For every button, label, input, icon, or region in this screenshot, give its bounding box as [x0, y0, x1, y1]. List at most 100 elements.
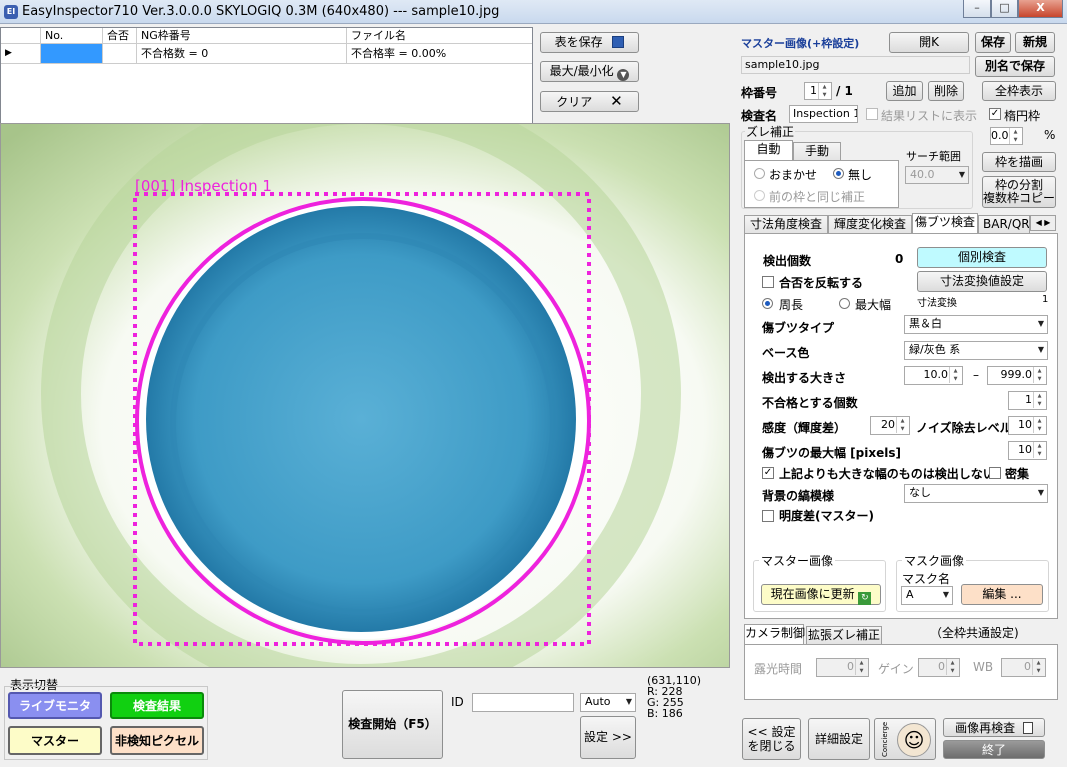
invert-checkbox[interactable] [762, 276, 774, 288]
size-max-spinner[interactable]: 999.0 [987, 366, 1047, 385]
wb-label: WB [973, 660, 994, 674]
tab-barcode[interactable]: BAR/QR [978, 215, 1030, 234]
inspection-name-field[interactable]: Inspection 1 [789, 105, 858, 123]
brightness-diff-checkbox[interactable] [762, 510, 774, 522]
max-defect-width-label: 傷ブツの最大幅 [pixels] [762, 446, 901, 460]
mask-name-combo[interactable]: A [901, 586, 953, 605]
detail-setting-button[interactable]: 詳細設定 [808, 718, 870, 760]
inspection-result-button[interactable]: 検査結果 [110, 692, 204, 719]
copy-frame-label: 複数枠コピー [983, 191, 1056, 205]
table-cell-ng-count[interactable]: 不合格数 = 0 [137, 44, 347, 64]
tab-defect[interactable]: 傷ブツ検査 [912, 213, 978, 234]
save-table-button[interactable]: 表を保存 [540, 32, 639, 53]
col-header-filename[interactable]: ファイル名 [347, 28, 532, 44]
noise-spinner[interactable]: 10 [1008, 416, 1047, 435]
tab-camera-control[interactable]: カメラ制御 [744, 624, 805, 645]
open-button[interactable]: 開K [889, 32, 969, 53]
ng-count-spinner[interactable]: 1 [1008, 391, 1047, 410]
ignore-large-checkbox[interactable]: ✓ [762, 467, 774, 479]
maxmin-label: 最大/最小化 [549, 64, 614, 78]
search-range-combo[interactable]: 40.0 [905, 166, 969, 184]
result-list-checkbox[interactable] [866, 108, 878, 120]
concierge-label: Concierge [881, 721, 889, 757]
table-cell-no[interactable] [41, 44, 103, 64]
update-current-image-button[interactable]: 現在画像に更新 ↻ [761, 584, 881, 605]
col-header-no[interactable]: No. [41, 28, 103, 44]
save-as-button[interactable]: 別名で保存 [975, 56, 1055, 77]
col-header-ng-frame[interactable]: NG枠番号 [137, 28, 347, 44]
individual-inspect-button[interactable]: 個別検査 [917, 247, 1047, 268]
gain-spinner[interactable]: 0 [918, 658, 960, 677]
frame-total: / 1 [836, 84, 853, 98]
size-min-spinner[interactable]: 10.0 [904, 366, 963, 385]
defect-type-combo[interactable]: 黒＆白 [904, 315, 1048, 334]
concierge-button[interactable]: Concierge ☺ [874, 718, 936, 760]
exposure-spinner[interactable]: 0 [816, 658, 869, 677]
dimension-setting-button[interactable]: 寸法変換値設定 [917, 271, 1047, 292]
base-color-label: ベース色 [762, 346, 810, 360]
tab-brightness-change[interactable]: 輝度変化検査 [828, 215, 912, 234]
tab-auto[interactable]: 自動 [744, 140, 793, 161]
tab-scroll-arrows-icon[interactable]: ◀ ▶ [1030, 215, 1056, 231]
settings-expand-button[interactable]: 設定 >> [580, 716, 636, 759]
draw-frame-button[interactable]: 枠を描画 [982, 152, 1056, 172]
results-table[interactable]: No. 合否 NG枠番号 ファイル名 ▶ 不合格数 = 0 不合格率 = 0.0… [0, 27, 533, 124]
row-header [1, 28, 41, 44]
tab-dimension-angle[interactable]: 寸法角度検査 [744, 215, 828, 234]
close-setting-button[interactable]: << 設定 を閉じる [742, 718, 801, 760]
window-title: EasyInspector710 Ver.3.0.0.0 SKYLOGIQ 0.… [22, 4, 500, 19]
none-radio[interactable] [833, 168, 844, 179]
wb-spinner[interactable]: 0 [1001, 658, 1046, 677]
save-button[interactable]: 保存 [975, 32, 1011, 53]
master-file-name: sample10.jpg [741, 56, 970, 74]
image-viewer[interactable]: [001] Inspection 1 [0, 123, 730, 668]
master-view-button[interactable]: マスター [8, 726, 102, 755]
max-defect-width-spinner[interactable]: 10 [1008, 441, 1047, 460]
reinspect-image-button[interactable]: 画像再検査 [943, 718, 1045, 737]
same-as-prev-label: 前の枠と同じ補正 [769, 190, 866, 204]
noise-label: ノイズ除去レベル [916, 421, 1012, 435]
delete-frame-button[interactable]: 削除 [928, 81, 964, 101]
cup-blue [146, 206, 576, 632]
detect-count-value: 0 [895, 252, 904, 266]
tab-manual[interactable]: 手動 [793, 142, 841, 161]
background-stripe-combo[interactable]: なし [904, 484, 1048, 503]
sensitivity-spinner[interactable]: 20 [870, 416, 910, 435]
frame-no-spinner[interactable]: 1 [804, 82, 832, 100]
live-monitor-button[interactable]: ライブモニタ [8, 692, 102, 719]
omakase-radio[interactable] [754, 168, 765, 179]
start-inspection-button[interactable]: 検査開始（F5） [342, 690, 443, 759]
split-copy-frame-button[interactable]: 枠の分割 複数枠コピー [982, 176, 1056, 208]
quit-button[interactable]: 終了 [943, 740, 1045, 759]
id-input[interactable] [472, 693, 574, 712]
table-cell-pass[interactable] [103, 44, 137, 64]
new-button[interactable]: 新規 [1015, 32, 1055, 53]
reinspect-label: 画像再検査 [955, 721, 1016, 735]
frame-label: [001] Inspection 1 [135, 177, 272, 195]
maximize-button[interactable]: □ [991, 0, 1018, 18]
table-cell-ng-rate[interactable]: 不合格率 = 0.00% [347, 44, 532, 64]
base-color-combo[interactable]: 緑/灰色 系 [904, 341, 1048, 360]
col-header-pass[interactable]: 合否 [103, 28, 137, 44]
concierge-avatar-icon: ☺ [897, 723, 931, 757]
close-window-button[interactable]: X [1018, 0, 1063, 18]
nondetect-pixel-button[interactable]: 非検知ピクセル [110, 726, 204, 755]
invert-label: 合否を反転する [779, 276, 864, 290]
dimension-conversion-value: 1 [1042, 294, 1049, 305]
dimension-conversion-label: 寸法変換 [917, 298, 957, 309]
tab-extended-shift[interactable]: 拡張ズレ補正 [806, 626, 882, 645]
add-frame-button[interactable]: 追加 [886, 81, 923, 101]
exposure-label: 露光時間 [754, 662, 803, 676]
same-as-prev-radio[interactable] [754, 190, 765, 201]
perimeter-radio[interactable] [762, 298, 773, 309]
minimize-button[interactable]: – [963, 0, 991, 18]
ellipse-frame-checkbox[interactable]: ✓ [989, 108, 1001, 120]
max-width-radio[interactable] [839, 298, 850, 309]
clear-button[interactable]: クリア ✕ [540, 91, 639, 112]
show-all-frames-button[interactable]: 全枠表示 [982, 81, 1056, 101]
maximize-minimize-button[interactable]: 最大/最小化 ▼ [540, 61, 639, 82]
dense-checkbox[interactable] [989, 467, 1001, 479]
auto-combo[interactable]: Auto [580, 693, 636, 712]
percent-spinner[interactable]: 0.0 [990, 127, 1023, 145]
edit-mask-button[interactable]: 編集 ... [961, 584, 1043, 605]
